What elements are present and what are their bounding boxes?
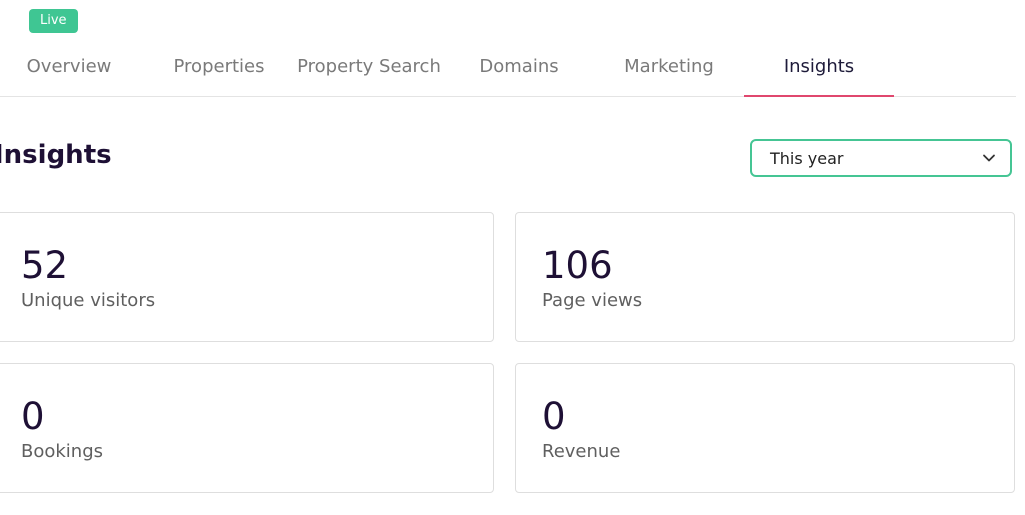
stat-label: Bookings — [21, 441, 104, 462]
tab-properties[interactable]: Properties — [144, 45, 294, 96]
tab-property-search[interactable]: Property Search — [294, 45, 444, 96]
tab-domains[interactable]: Domains — [444, 45, 594, 96]
stat-value: 106 — [542, 244, 613, 287]
stat-value: 52 — [21, 244, 69, 287]
tab-overview[interactable]: Overview — [0, 45, 144, 96]
stat-value: 0 — [21, 395, 45, 438]
tab-bar: Overview Properties Property Search Doma… — [0, 45, 1016, 97]
tab-marketing[interactable]: Marketing — [594, 45, 744, 96]
period-select-value: This year — [770, 149, 844, 168]
stat-card-page-views: 106 Page views — [515, 212, 1015, 342]
stat-card-unique-visitors: 52 Unique visitors — [0, 212, 494, 342]
stat-value: 0 — [542, 395, 566, 438]
insights-page: Live Overview Properties Property Search… — [0, 0, 1025, 515]
stat-card-revenue: 0 Revenue — [515, 363, 1015, 493]
page-title: Insights — [0, 140, 112, 170]
period-select[interactable]: This year — [750, 139, 1012, 177]
tab-insights[interactable]: Insights — [744, 45, 894, 97]
chevron-down-icon — [983, 154, 995, 162]
stat-label: Revenue — [542, 441, 621, 462]
stat-label: Page views — [542, 290, 643, 311]
stat-label: Unique visitors — [21, 290, 156, 311]
status-badge: Live — [29, 9, 78, 33]
stat-card-bookings: 0 Bookings — [0, 363, 494, 493]
